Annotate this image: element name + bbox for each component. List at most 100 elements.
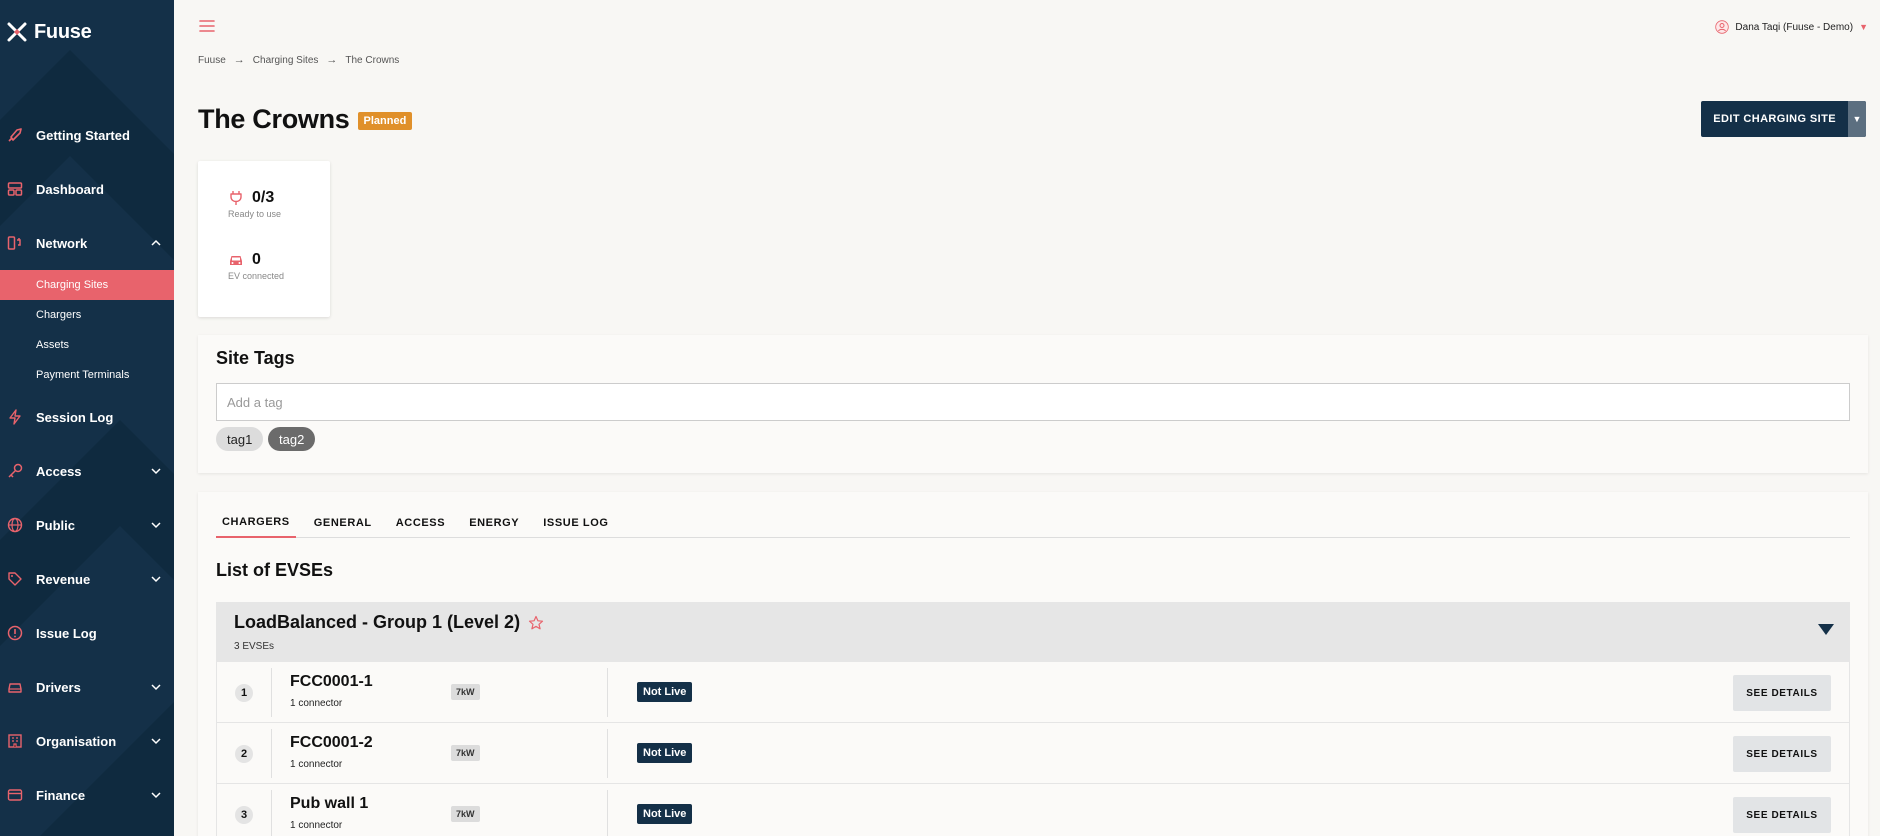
arrow-right-icon: → [233, 54, 245, 66]
evse-name: FCC0001-1 [290, 673, 373, 690]
status-badge: Planned [357, 111, 413, 130]
divider [271, 729, 272, 778]
tab-access[interactable]: ACCESS [390, 508, 451, 538]
tab-issue-log[interactable]: ISSUE LOG [537, 508, 614, 538]
evse-connectors: 1 connector [290, 759, 343, 770]
power-badge: 7kW [451, 684, 480, 700]
evse-index: 1 [235, 684, 253, 702]
rocket-icon [6, 126, 24, 144]
sidebar-item-issue-log[interactable]: Issue Log [0, 606, 174, 660]
hamburger-menu-icon[interactable] [199, 19, 215, 33]
sidebar-item-label: Finance [36, 787, 86, 803]
fuuse-logo-icon [7, 22, 27, 42]
alert-icon [6, 624, 24, 642]
evse-group-header[interactable]: LoadBalanced - Group 1 (Level 2) 3 EVSEs [216, 602, 1850, 662]
breadcrumb-item-charging-sites[interactable]: Charging Sites [253, 55, 319, 66]
globe-icon [6, 516, 24, 534]
fuuse-logo[interactable]: Fuuse [6, 18, 92, 46]
see-details-button[interactable]: SEE DETAILS [1733, 675, 1831, 711]
sidebar-item-access[interactable]: Access [0, 444, 174, 498]
status-badge: Not Live [637, 682, 693, 702]
sidebar-item-label: Dashboard [36, 181, 104, 197]
edit-charging-site-button[interactable]: EDIT CHARGING SITE [1701, 101, 1848, 137]
tab-general[interactable]: GENERAL [308, 508, 378, 538]
evse-group-title: LoadBalanced - Group 1 (Level 2) [234, 612, 544, 633]
stat-value: 0/3 [252, 189, 275, 206]
evse-list-title: List of EVSEs [216, 560, 334, 580]
sidebar-item-charging-sites[interactable]: Charging Sites [0, 270, 174, 300]
sidebar-item-assets[interactable]: Assets [0, 330, 174, 360]
sidebar-item-getting-started[interactable]: Getting Started [0, 108, 174, 162]
see-details-button[interactable]: SEE DETAILS [1733, 797, 1831, 833]
sidebar-item-public[interactable]: Public [0, 498, 174, 552]
evse-name: FCC0001-2 [290, 734, 373, 751]
site-tags-card: Site Tags tag1 tag2 [198, 335, 1868, 473]
breadcrumb-item-current: The Crowns [345, 54, 400, 66]
evse-group-name: LoadBalanced - Group 1 (Level 2) [234, 612, 521, 632]
car-icon [230, 256, 242, 265]
stat-ready-to-use: 0/3 Ready to use [228, 189, 281, 219]
evse-connectors: 1 connector [290, 698, 343, 709]
site-stats-card: 0/3 Ready to use 0 EV connected [198, 161, 330, 317]
app-name: Fuuse [34, 20, 92, 43]
sidebar-item-label: Access [36, 463, 82, 479]
caret-down-icon: ▼ [1852, 114, 1862, 124]
car-icon [6, 678, 24, 696]
user-menu[interactable]: Dana Taqi (Fuuse - Demo) ▼ [1715, 20, 1868, 34]
evse-row: 1 FCC0001-1 1 connector 7kW Not Live SEE… [216, 662, 1850, 723]
add-tag-input[interactable] [216, 383, 1850, 421]
sidebar-item-label: Organisation [36, 733, 117, 749]
divider [607, 729, 608, 778]
chevron-down-icon [151, 522, 161, 529]
power-badge: 7kW [451, 806, 480, 822]
chevron-down-icon [151, 684, 161, 691]
breadcrumb-item-fuuse[interactable]: Fuuse [198, 55, 226, 66]
divider [607, 790, 608, 836]
tag-chip[interactable]: tag2 [268, 427, 316, 451]
sidebar-item-label: Network [36, 235, 88, 251]
sidebar-item-chargers[interactable]: Chargers [0, 300, 174, 330]
star-icon[interactable] [528, 615, 544, 631]
evse-group-count: 3 EVSEs [234, 641, 275, 652]
sidebar-item-dashboard[interactable]: Dashboard [0, 162, 174, 216]
evse-index: 2 [235, 745, 253, 763]
sidebar-item-label: Drivers [36, 679, 81, 695]
user-name: Dana Taqi (Fuuse - Demo) [1735, 21, 1854, 33]
caret-down-icon: ▼ [1859, 22, 1868, 32]
tab-chargers[interactable]: CHARGERS [216, 508, 296, 538]
sidebar-item-payment-terminals[interactable]: Payment Terminals [0, 360, 174, 390]
dashboard-icon [6, 180, 24, 198]
evse-row: 3 Pub wall 1 1 connector 7kW Not Live SE… [216, 784, 1850, 836]
sidebar-item-drivers[interactable]: Drivers [0, 660, 174, 714]
tab-energy[interactable]: ENERGY [463, 508, 525, 538]
key-icon [6, 462, 24, 480]
chevron-down-icon [151, 792, 161, 799]
sidebar-item-finance[interactable]: Finance [0, 768, 174, 822]
collapse-triangle-icon[interactable] [1818, 624, 1834, 635]
sidebar: Fuuse Getting Started Dashboard Network … [0, 0, 174, 836]
sidebar-item-label: Revenue [36, 571, 91, 587]
card-icon [6, 786, 24, 804]
user-icon [1715, 20, 1730, 34]
tag-icon [6, 570, 24, 588]
sidebar-item-network[interactable]: Network [0, 216, 174, 270]
sidebar-item-revenue[interactable]: Revenue [0, 552, 174, 606]
see-details-button[interactable]: SEE DETAILS [1733, 736, 1831, 772]
evse-connectors: 1 connector [290, 820, 343, 831]
sidebar-item-label: Session Log [36, 409, 114, 425]
edit-dropdown-toggle[interactable]: ▼ [1848, 101, 1866, 137]
status-badge: Not Live [637, 804, 693, 824]
tag-chip[interactable]: tag1 [216, 427, 264, 451]
sidebar-item-organisation[interactable]: Organisation [0, 714, 174, 768]
site-details-card: CHARGERS GENERAL ACCESS ENERGY ISSUE LOG… [198, 492, 1868, 836]
chevron-down-icon [151, 738, 161, 745]
lightning-icon [6, 408, 24, 426]
evse-row: 2 FCC0001-2 1 connector 7kW Not Live SEE… [216, 723, 1850, 784]
chevron-down-icon [151, 468, 161, 475]
divider [607, 668, 608, 717]
divider [271, 668, 272, 717]
breadcrumb: Fuuse → Charging Sites → The Crowns [198, 54, 399, 66]
status-badge: Not Live [637, 743, 693, 763]
chevron-up-icon [151, 239, 161, 246]
sidebar-item-session-log[interactable]: Session Log [0, 390, 174, 444]
